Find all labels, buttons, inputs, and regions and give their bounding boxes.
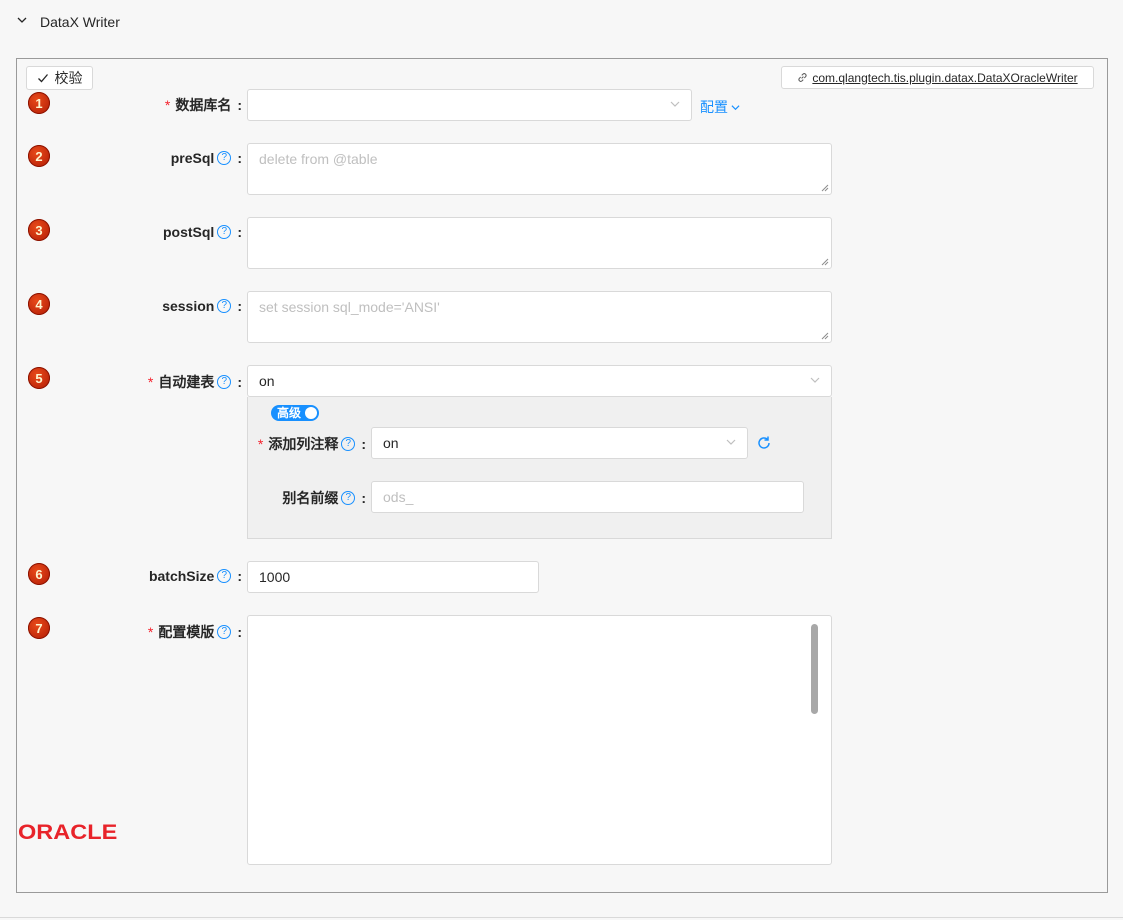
db-select[interactable] — [247, 89, 692, 121]
link-icon — [798, 73, 807, 82]
chevron-down-icon — [731, 104, 740, 110]
resize-grip-icon[interactable] — [821, 184, 829, 192]
resize-grip-icon[interactable] — [821, 258, 829, 266]
help-icon[interactable]: ? — [217, 299, 232, 313]
alias-prefix-input[interactable]: ods_ — [371, 481, 804, 513]
advanced-options-panel: 高级 * 添加列注释?: on 别名前缀?: ods_ — [247, 397, 832, 539]
help-icon[interactable]: ? — [217, 225, 232, 239]
help-icon[interactable]: ? — [217, 625, 232, 639]
session-textarea[interactable]: set session sql_mode='ANSI' — [247, 291, 832, 343]
help-icon[interactable]: ? — [217, 151, 232, 165]
help-icon[interactable]: ? — [217, 569, 232, 583]
writer-form-card: 校验 com.qlangtech.tis.plugin.datax.DataXO… — [16, 58, 1108, 893]
add-comment-select[interactable]: on — [371, 427, 748, 459]
db-label: * 数据库名: — [164, 97, 242, 113]
batchsize-input[interactable]: 1000 — [247, 561, 539, 593]
resize-grip-icon[interactable] — [821, 332, 829, 340]
chevron-down-icon — [670, 101, 680, 107]
chevron-down-icon — [726, 439, 736, 445]
chevron-down-icon — [17, 17, 27, 23]
verify-button[interactable]: 校验 — [26, 66, 93, 90]
section-header[interactable]: DataX Writer — [0, 0, 1123, 44]
presql-textarea[interactable]: delete from @table — [247, 143, 832, 195]
scrollbar-thumb[interactable] — [811, 624, 818, 714]
add-comment-label: * 添加列注释?: — [257, 436, 366, 452]
session-label: session?: — [162, 298, 242, 314]
template-scrollbar[interactable] — [809, 622, 821, 858]
autocreate-select[interactable]: on — [247, 365, 832, 397]
section-title: DataX Writer — [40, 14, 120, 30]
chevron-down-icon — [810, 377, 820, 383]
autocreate-label: * 自动建表?: — [147, 374, 242, 390]
refresh-icon[interactable] — [756, 435, 772, 451]
advanced-toggle[interactable]: 高级 — [271, 405, 319, 421]
oracle-logo: ORACLE — [18, 821, 118, 844]
bottom-divider — [0, 917, 1123, 918]
alias-prefix-label: 别名前缀?: — [282, 490, 366, 506]
help-icon[interactable]: ? — [217, 375, 232, 389]
help-icon[interactable]: ? — [341, 491, 356, 505]
postsql-textarea[interactable] — [247, 217, 832, 269]
help-icon[interactable]: ? — [341, 437, 356, 451]
template-label: * 配置模版?: — [147, 624, 242, 640]
db-config-dropdown[interactable]: 配置 — [700, 97, 740, 117]
template-editor[interactable] — [247, 615, 832, 865]
batchsize-label: batchSize?: — [148, 568, 242, 584]
postsql-label: postSql?: — [162, 224, 242, 240]
plugin-class-label: com.qlangtech.tis.plugin.datax.DataXOrac… — [812, 70, 1078, 85]
presql-label: preSql?: — [170, 150, 242, 166]
verify-label: 校验 — [54, 70, 83, 86]
check-icon — [37, 74, 48, 83]
plugin-class-link[interactable]: com.qlangtech.tis.plugin.datax.DataXOrac… — [781, 66, 1094, 89]
